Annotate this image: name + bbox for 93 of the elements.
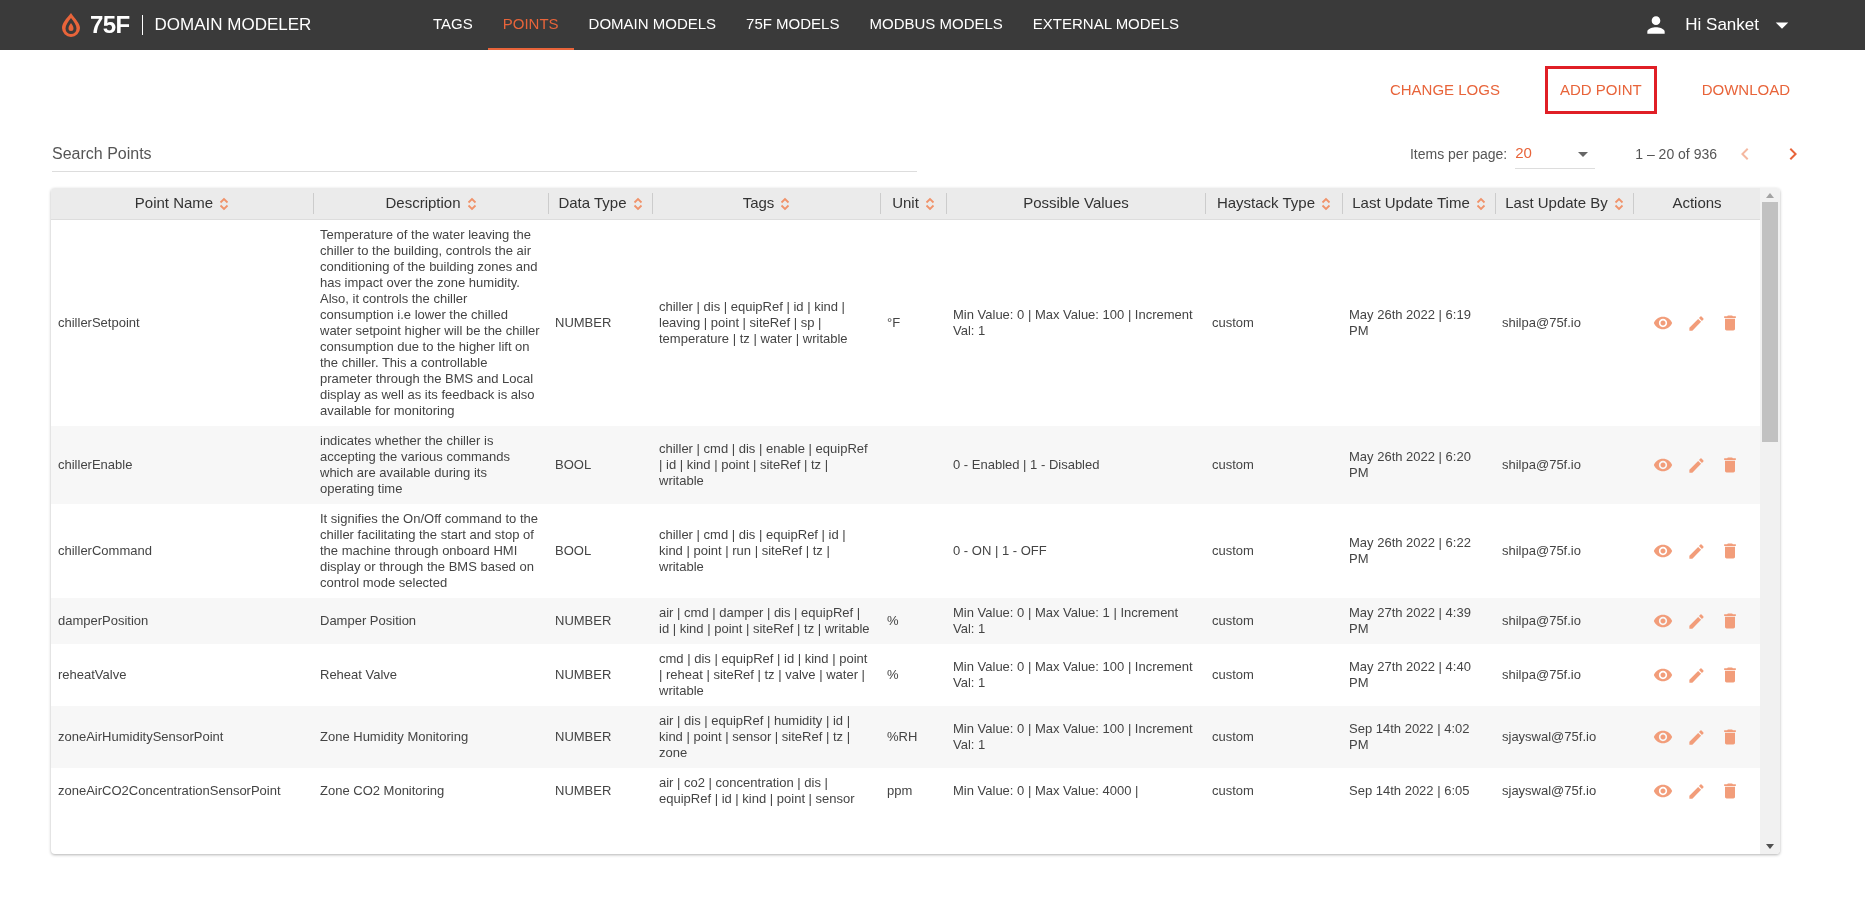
nav-tab[interactable]: DOMAIN MODELS	[573, 0, 732, 50]
table-cell: custom	[1212, 729, 1254, 744]
table-cell: NUMBER	[555, 613, 612, 628]
table-cell: custom	[1212, 667, 1254, 682]
table-cell: cmd | dis | equipRef | id | kind | point | reheat | siteRef | tz | valve | water | writable	[659, 651, 868, 698]
table-cell: reheatValve	[58, 667, 127, 682]
table-cell: shilpa@75f.io	[1502, 315, 1581, 330]
table-cell: air | dis | equipRef | humidity | id | kind | point | sensor | siteRef | tz | zone	[659, 713, 851, 760]
table-cell: NUMBER	[555, 729, 612, 744]
table-cell: Damper Position	[320, 613, 417, 628]
app-title: DOMAIN MODELER	[154, 14, 312, 37]
page-range: 1 – 20 of 936	[1635, 144, 1717, 164]
nav-tab[interactable]: EXTERNAL MODELS	[1017, 0, 1194, 50]
table-cell: chillerEnable	[58, 457, 133, 472]
flame-logo-icon	[60, 12, 82, 38]
user-greeting[interactable]: Hi Sanket	[1685, 12, 1759, 38]
table-cell: Min Value: 0 | Max Value: 1 | Increment Val: 1	[953, 605, 1179, 636]
column-header[interactable]: Data Type	[558, 192, 643, 215]
table-cell: NUMBER	[555, 315, 612, 330]
table-cell: Min Value: 0 | Max Value: 4000 |	[953, 783, 1139, 798]
table-cell: chillerSetpoint	[58, 315, 140, 330]
column-header[interactable]: Unit	[892, 192, 935, 215]
table-cell: zoneAirCO2ConcentrationSensorPoint	[58, 783, 281, 798]
table-cell: chiller | cmd | dis | enable | equipRef | id | kind | point | siteRef | tz | writable	[659, 441, 868, 488]
table-cell: air | co2 | concentration | dis | equipRef | id | kind | point | sensor	[659, 775, 855, 806]
table-cell: %	[887, 667, 899, 682]
table-cell: It signifies the On/Off command to the chiller facilitating the start and stop of the machine through onboard HMI display or through the BMS based on control mode selected	[320, 511, 538, 590]
column-header[interactable]: Tags	[742, 192, 791, 215]
table-cell: BOOL	[555, 457, 592, 472]
table-cell: Sep 14th 2022 | 4:02 PM	[1349, 721, 1470, 752]
table-cell: Min Value: 0 | Max Value: 100 | Increment Val: 1	[953, 307, 1193, 338]
table-cell: Reheat Valve	[320, 667, 398, 682]
table-cell: Min Value: 0 | Max Value: 100 | Increment Val: 1	[953, 659, 1193, 690]
table-cell: °F	[887, 315, 901, 330]
table-cell: custom	[1212, 783, 1254, 798]
table-cell: NUMBER	[555, 667, 612, 682]
table-cell: NUMBER	[555, 783, 612, 798]
table-cell: indicates whether the chiller is accepting the various commands which are available during its operating time	[320, 433, 511, 496]
table-cell: sjayswal@75f.io	[1502, 729, 1597, 744]
column-header[interactable]: Point Name	[134, 192, 230, 215]
table-cell: May 26th 2022 | 6:22 PM	[1349, 535, 1471, 566]
column-header[interactable]: Last Update By	[1505, 192, 1624, 215]
table-cell: %	[887, 613, 899, 628]
column-header[interactable]: Haystack Type	[1216, 192, 1332, 215]
sort-icon[interactable]	[1613, 196, 1624, 211]
table-cell: 0 - ON | 1 - OFF	[953, 543, 1047, 558]
sort-icon[interactable]	[632, 196, 643, 211]
search-field[interactable]: Search Points	[52, 136, 917, 172]
table-cell: Min Value: 0 | Max Value: 100 | Increment Val: 1	[953, 721, 1193, 752]
scrollbar[interactable]	[1760, 188, 1780, 854]
table-cell: shilpa@75f.io	[1502, 543, 1581, 558]
table-cell: Sep 14th 2022 | 6:05	[1349, 783, 1470, 798]
table-cell: chillerCommand	[58, 543, 152, 558]
table-cell: 0 - Enabled | 1 - Disabled	[953, 457, 1100, 472]
table-cell: May 27th 2022 | 4:39 PM	[1349, 605, 1471, 636]
table-cell: Zone CO2 Monitoring	[320, 783, 445, 798]
table-cell: May 26th 2022 | 6:19 PM	[1349, 307, 1471, 338]
table-cell: custom	[1212, 543, 1254, 558]
table-cell: custom	[1212, 613, 1254, 628]
scrollbar-thumb[interactable]	[1762, 202, 1778, 442]
table-cell: chiller | dis | equipRef | id | kind | leaving | point | siteRef | sp | temperature | tz | water | writable	[659, 299, 848, 346]
table-cell: ppm	[887, 783, 913, 798]
nav-tab[interactable]: TAGS	[418, 0, 488, 50]
column-header[interactable]: Description	[385, 192, 477, 215]
nav-tab[interactable]: 75F MODELS	[731, 0, 855, 50]
column-header: Possible Values	[1023, 193, 1129, 214]
table-cell: shilpa@75f.io	[1502, 667, 1581, 682]
logo-text: 75F	[90, 10, 130, 40]
sort-icon[interactable]	[466, 196, 477, 211]
table-cell: shilpa@75f.io	[1502, 457, 1581, 472]
nav-tab[interactable]: MODBUS MODELS	[854, 0, 1018, 50]
table-cell: damperPosition	[58, 613, 149, 628]
sort-icon[interactable]	[1475, 196, 1486, 211]
table-cell: custom	[1212, 315, 1254, 330]
table-cell: May 27th 2022 | 4:40 PM	[1349, 659, 1471, 690]
table-cell: chiller | cmd | dis | equipRef | id | kind | point | run | siteRef | tz | writable	[659, 527, 846, 574]
sort-icon[interactable]	[1321, 196, 1332, 211]
table-cell: Temperature of the water leaving the chiller to the building, controls the air conditioning of the building zones and has impact over the zone humidity. Also, it controls the chiller consumption i.e lower the chilled water setpoint higher will be the chiller consumption due to the higher lift on the chiller. This a controllable prameter through the BMS and Local display as well as its feedback is also available for monitoring	[320, 227, 540, 418]
table-cell: BOOL	[555, 543, 592, 558]
table-cell: May 26th 2022 | 6:20 PM	[1349, 449, 1471, 480]
table-cell: %RH	[887, 729, 918, 744]
table-cell: air | cmd | damper | dis | equipRef | id | kind | point | siteRef | tz | writable	[659, 605, 870, 636]
sort-icon[interactable]	[219, 196, 230, 211]
table-cell: sjayswal@75f.io	[1502, 783, 1597, 798]
items-per-page-label: Items per page:	[1409, 144, 1508, 164]
table-cell: custom	[1212, 457, 1254, 472]
column-header[interactable]: Last Update Time	[1352, 192, 1486, 215]
table-cell: Zone Humidity Monitoring	[320, 729, 469, 744]
sort-icon[interactable]	[780, 196, 791, 211]
table-cell: shilpa@75f.io	[1502, 613, 1581, 628]
sort-icon[interactable]	[924, 196, 935, 211]
column-header: Actions	[1672, 193, 1722, 214]
table-cell: zoneAirHumiditySensorPoint	[58, 729, 224, 744]
